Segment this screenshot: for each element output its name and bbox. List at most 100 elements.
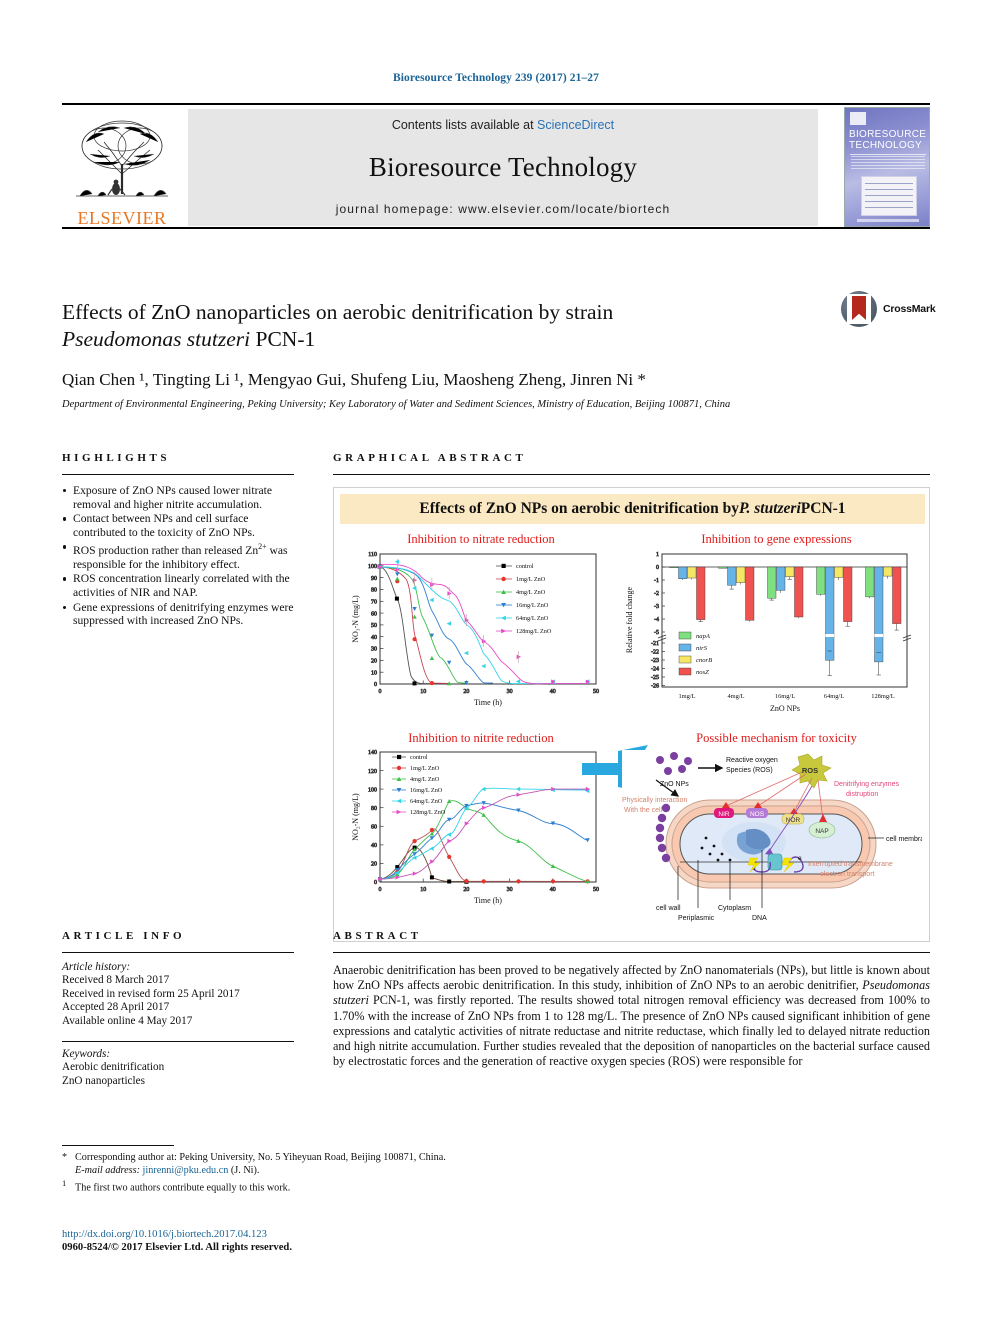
svg-text:Denitrifying enzymes: Denitrifying enzymes (834, 781, 899, 788)
crossmark-badge[interactable]: CrossMark (841, 288, 937, 330)
crossmark-icon (841, 291, 877, 327)
svg-text:With the cell: With the cell (624, 807, 663, 814)
svg-text:Physically interaction: Physically interaction (622, 797, 687, 804)
chart3-ytitle: NO₂-N (mg/L) (351, 793, 360, 841)
svg-text:cell membrane: cell membrane (886, 836, 922, 843)
doi-link[interactable]: http://dx.doi.org/10.1016/j.biortech.201… (62, 1228, 542, 1241)
svg-text:Periplasmic: Periplasmic (678, 915, 715, 922)
sciencedirect-link[interactable]: ScienceDirect (537, 118, 614, 132)
abstract-body: Anaerobic denitrification has been prove… (333, 963, 930, 1069)
chart2-xtitle: ZnO NPs (770, 704, 800, 713)
svg-text:4mg/L ZnO: 4mg/L ZnO (516, 589, 546, 596)
contents-prefix: Contents lists available at (391, 118, 538, 132)
article-info-divider (62, 952, 294, 953)
running-head: Bioresource Technology 239 (2017) 21–27 (392, 72, 599, 84)
footnote-corresponding: * Corresponding author at: Peking Univers… (62, 1151, 542, 1164)
panel-title-gene: Inhibition to gene expressions (701, 532, 852, 546)
graphical-abstract-divider (333, 474, 930, 475)
list-item: ROS concentration linearly correlated wi… (62, 572, 294, 599)
asterisk-icon: * (62, 1152, 68, 1163)
chart-nitrate-reduction: 0 10 20 30 40 50 60 70 80 90 100 110 0 1… (346, 548, 608, 728)
svg-text:0: 0 (379, 887, 382, 893)
keywords-block: Keywords: Aerobic denitrification ZnO na… (62, 1048, 294, 1088)
email-link[interactable]: jinrenni@pku.edu.cn (143, 1165, 229, 1176)
svg-text:-1: -1 (654, 578, 659, 584)
svg-text:128mg/L ZnO: 128mg/L ZnO (410, 809, 446, 816)
keywords-divider (62, 1041, 294, 1043)
svg-text:nirS: nirS (696, 645, 708, 652)
svg-text:90: 90 (371, 576, 377, 582)
list-item: Gene expressions of denitrifying enzymes… (62, 601, 294, 628)
svg-text:100: 100 (368, 564, 377, 570)
keywords-label: Keywords: (62, 1048, 111, 1061)
footnote-marker-1: 1 (62, 1178, 67, 1188)
svg-text:40: 40 (550, 689, 556, 695)
svg-text:Reactive oxygen: Reactive oxygen (726, 757, 778, 764)
svg-text:110: 110 (368, 552, 377, 558)
chart-nitrite-svg: 0 20 40 60 80 100 120 140 0 10 20 30 40 … (351, 750, 599, 905)
chart1-xtitle: Time (h) (474, 698, 502, 707)
history-received: Received 8 March 2017 (62, 974, 170, 987)
banner-species: P. stutzeri (739, 500, 801, 517)
footnote-equal-contribution: 1 The first two authors contribute equall… (62, 1177, 542, 1194)
svg-text:-26: -26 (651, 684, 659, 690)
contents-available-line: Contents lists available at ScienceDirec… (392, 118, 614, 132)
list-item: Contact between NPs and cell surface con… (62, 512, 294, 539)
cover-title-line1: BIORESOURCE (849, 129, 927, 140)
keyword-item: ZnO nanoparticles (62, 1074, 145, 1087)
chart-gene-svg: 1 0 -1 -2 -3 -4 -5 -21 -22 -23 -24 -25 -… (625, 552, 912, 713)
abstract-part1: Anaerobic denitrification has been prove… (333, 963, 930, 993)
diagram-mechanism: ZnO NPs Reactive oxygen Species (ROS) RO… (622, 750, 932, 938)
svg-text:120: 120 (368, 769, 377, 775)
svg-text:DNA: DNA (752, 915, 767, 922)
email-suffix: (J. Ni). (228, 1165, 260, 1176)
svg-text:NAP: NAP (815, 828, 828, 835)
svg-text:20: 20 (463, 887, 469, 893)
elsevier-logo: ELSEVIER (62, 109, 182, 227)
cover-elsevier-mark (850, 112, 866, 125)
svg-text:control: control (516, 563, 534, 570)
highlights-section: HIGHLIGHTS Exposure of ZnO NPs caused lo… (62, 452, 294, 629)
svg-text:-4: -4 (654, 617, 659, 623)
svg-text:64mg/L: 64mg/L (824, 693, 844, 700)
cover-subtitle-lines (851, 156, 925, 170)
svg-text:NOS: NOS (750, 811, 765, 818)
svg-text:e: e (798, 855, 802, 862)
elsevier-tree-icon (76, 120, 168, 197)
svg-text:ROS: ROS (802, 766, 818, 775)
cover-divider (850, 154, 926, 155)
svg-text:50: 50 (593, 887, 599, 893)
elsevier-wordmark: ELSEVIER (77, 208, 167, 228)
cover-title: BIORESOURCE TECHNOLOGY (849, 129, 927, 151)
abstract-divider (333, 952, 930, 953)
mechanism-svg: ZnO NPs Reactive oxygen Species (ROS) RO… (622, 752, 932, 922)
list-item: Exposure of ZnO NPs caused lower nitrate… (62, 484, 294, 511)
cover-figure (861, 176, 917, 216)
article-history-label: Article history: (62, 961, 131, 973)
graphical-abstract-section: GRAPHICAL ABSTRACT Effects of ZnO NPs on… (333, 452, 932, 942)
graphical-abstract-heading: GRAPHICAL ABSTRACT (333, 452, 527, 464)
highlights-list: Exposure of ZnO NPs caused lower nitrate… (62, 484, 294, 628)
chart-nitrite-reduction: 0 20 40 60 80 100 120 140 0 10 20 30 40 … (346, 746, 608, 931)
title-line-1: Effects of ZnO nanoparticles on aerobic … (62, 300, 614, 325)
svg-text:128mg/L ZnO: 128mg/L ZnO (516, 628, 552, 635)
journal-homepage[interactable]: journal homepage: www.elsevier.com/locat… (336, 202, 670, 216)
svg-text:40: 40 (550, 887, 556, 893)
author-list: Qian Chen ¹, Tingting Li ¹, Mengyao Gui,… (62, 370, 646, 390)
svg-text:0: 0 (374, 682, 377, 688)
article-info-heading: ARTICLE INFO (62, 930, 186, 942)
svg-text:Cytoplasm: Cytoplasm (718, 905, 751, 912)
footnote-email: E-mail address: jinrenni@pku.edu.cn (J. … (62, 1164, 542, 1177)
svg-text:-5: -5 (654, 630, 659, 636)
corresponding-text: Corresponding author at: Peking Universi… (75, 1152, 446, 1163)
svg-text:30: 30 (507, 887, 513, 893)
svg-text:cell wall: cell wall (656, 905, 681, 912)
svg-text:-24: -24 (651, 667, 659, 673)
svg-text:30: 30 (507, 689, 513, 695)
svg-text:1mg/L ZnO: 1mg/L ZnO (516, 576, 546, 583)
chart3-xtitle: Time (h) (474, 896, 502, 905)
cover-title-line2: TECHNOLOGY (849, 139, 923, 151)
svg-text:Interrupted transmembrane: Interrupted transmembrane (808, 861, 893, 868)
svg-text:100: 100 (368, 787, 377, 793)
svg-text:4mg/L: 4mg/L (727, 693, 744, 700)
